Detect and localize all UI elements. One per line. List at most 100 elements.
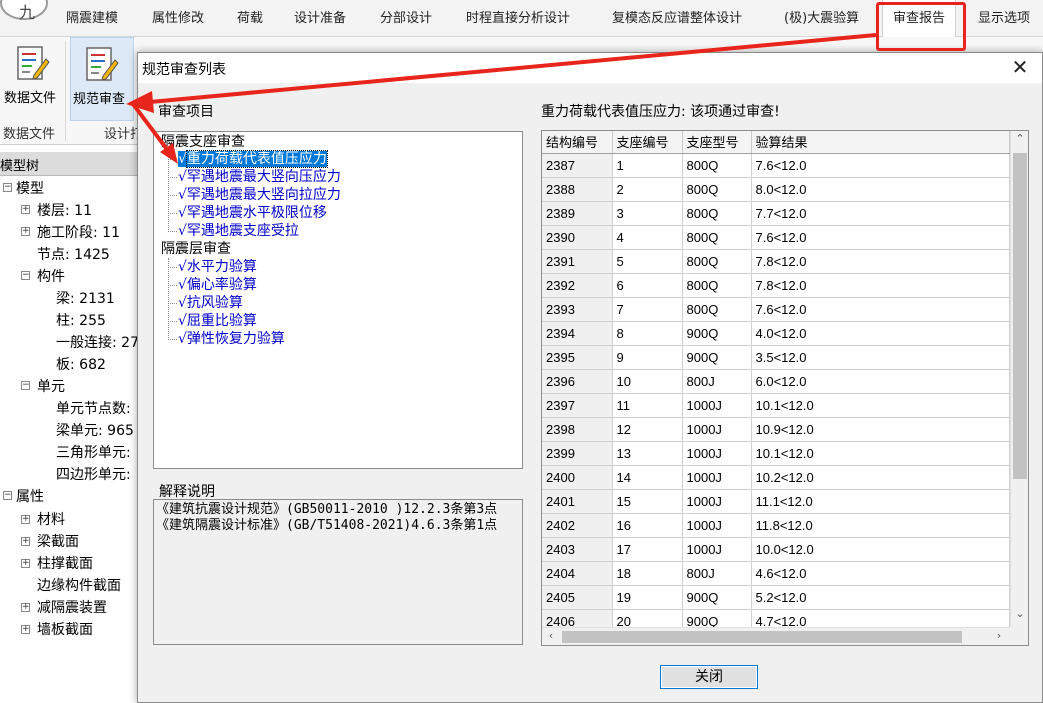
- review-item-yield-weight-ratio[interactable]: √屈重比验算: [178, 312, 257, 330]
- collapse-icon[interactable]: −: [3, 491, 12, 500]
- table-cell: 2396: [542, 369, 613, 394]
- tree-node-general-links[interactable]: 一般连接: 27: [56, 332, 139, 354]
- scrollbar-thumb[interactable]: [562, 631, 962, 643]
- table-cell: 7.7<12.0: [751, 201, 1010, 226]
- table-row[interactable]: 2397 11 1000J 10.1<12.0: [542, 393, 1010, 418]
- tab-time-history-design[interactable]: 时程直接分析设计: [466, 0, 570, 37]
- tree-node-quad-elems[interactable]: 四边形单元:: [56, 464, 131, 486]
- tab-major-earthquake-check[interactable]: (极)大震验算: [784, 0, 859, 37]
- table-row[interactable]: 2390 4 800Q 7.6<12.0: [542, 225, 1010, 250]
- result-grid[interactable]: 结构编号 支座编号 支座型号 验算结果 2387 1 800Q 7.6<12.0 238…: [541, 130, 1029, 646]
- expand-icon[interactable]: +: [21, 625, 30, 634]
- tree-node-floors[interactable]: 楼层: 11: [37, 200, 92, 222]
- table-cell: 7: [612, 297, 683, 322]
- table-row[interactable]: 2398 12 1000J 10.9<12.0: [542, 417, 1010, 442]
- tree-node-tri-elems[interactable]: 三角形单元:: [56, 442, 131, 464]
- tree-node-beam-elems[interactable]: 梁单元: 965: [56, 420, 134, 442]
- tree-node-isolation-devices[interactable]: 减隔震装置: [37, 597, 107, 619]
- code-review-button[interactable]: 规范审查: [70, 37, 134, 121]
- model-tree[interactable]: − 模型 + 楼层: 11 + 施工阶段: 11 节点: 1425 − 构件 梁…: [0, 176, 140, 703]
- collapse-icon[interactable]: −: [21, 271, 30, 280]
- tab-loads[interactable]: 荷载: [237, 0, 263, 37]
- tab-design-prep[interactable]: 设计准备: [294, 0, 346, 37]
- tab-isolation-modeling[interactable]: 隔震建模: [66, 0, 118, 37]
- review-item-rare-max-tension[interactable]: √罕遇地震最大竖向拉应力: [178, 186, 341, 204]
- table-row[interactable]: 2393 7 800Q 7.6<12.0: [542, 297, 1010, 322]
- expand-icon[interactable]: +: [21, 603, 30, 612]
- expand-icon[interactable]: +: [21, 559, 30, 568]
- expand-icon[interactable]: +: [21, 205, 30, 214]
- tree-node-column-sections[interactable]: 柱撑截面: [37, 553, 93, 575]
- app-logo[interactable]: 九: [0, 0, 48, 22]
- review-item-gravity-compression[interactable]: √重力荷载代表值压应力: [178, 150, 328, 168]
- explanation-textbox[interactable]: 《建筑抗震设计规范》(GB50011-2010 )12.2.3条第3点 《建筑隔…: [153, 499, 523, 645]
- column-header[interactable]: 支座型号: [682, 131, 752, 154]
- tree-node-members[interactable]: 构件: [37, 266, 65, 288]
- review-category-isolation-layer[interactable]: 隔震层审查: [161, 240, 231, 258]
- review-item-horizontal-force[interactable]: √水平力验算: [178, 258, 257, 276]
- table-row[interactable]: 2405 19 900Q 5.2<12.0: [542, 585, 1010, 610]
- expand-icon[interactable]: +: [21, 227, 30, 236]
- review-item-rare-bearing-tension[interactable]: √罕遇地震支座受拉: [178, 222, 299, 240]
- table-row[interactable]: 2387 1 800Q 7.6<12.0: [542, 153, 1010, 178]
- column-header[interactable]: 验算结果: [751, 131, 1010, 154]
- review-items-tree[interactable]: 隔震支座审查 √重力荷载代表值压应力 √罕遇地震最大竖向压应力 √罕遇地震最大竖…: [153, 131, 523, 469]
- tree-node-columns[interactable]: 柱: 255: [56, 310, 106, 332]
- review-item-eccentricity[interactable]: √偏心率验算: [178, 276, 257, 294]
- review-item-elastic-restoring[interactable]: √弹性恢复力验算: [178, 330, 285, 348]
- tree-node-beam-sections[interactable]: 梁截面: [37, 531, 79, 553]
- review-category-bearing[interactable]: 隔震支座审查: [161, 133, 245, 151]
- close-icon[interactable]: ✕: [1008, 56, 1032, 80]
- review-item-rare-max-compression[interactable]: √罕遇地震最大竖向压应力: [178, 168, 341, 186]
- vertical-scrollbar[interactable]: ⌃ ⌄: [1010, 131, 1028, 627]
- tree-node-model[interactable]: 模型: [16, 178, 44, 200]
- scrollbar-thumb[interactable]: [1013, 153, 1027, 479]
- tree-node-wall-sections[interactable]: 墙板截面: [37, 619, 93, 641]
- table-row[interactable]: 2395 9 900Q 3.5<12.0: [542, 345, 1010, 370]
- tab-property-edit[interactable]: 属性修改: [152, 0, 204, 37]
- expand-icon[interactable]: +: [21, 515, 30, 524]
- tree-node-elem-nodes[interactable]: 单元节点数:: [56, 398, 131, 420]
- column-header[interactable]: 支座编号: [612, 131, 683, 154]
- expand-icon[interactable]: +: [21, 537, 30, 546]
- table-row[interactable]: 2394 8 900Q 4.0<12.0: [542, 321, 1010, 346]
- review-item-rare-horizontal-displacement[interactable]: √罕遇地震水平极限位移: [178, 204, 327, 222]
- table-row[interactable]: 2404 18 800J 4.6<12.0: [542, 561, 1010, 586]
- scroll-up-icon[interactable]: ⌃: [1011, 132, 1028, 145]
- tab-partial-design[interactable]: 分部设计: [380, 0, 432, 37]
- tree-node-properties[interactable]: 属性: [16, 486, 44, 508]
- table-row[interactable]: 2396 10 800J 6.0<12.0: [542, 369, 1010, 394]
- scroll-down-icon[interactable]: ⌄: [1011, 607, 1028, 620]
- tab-complex-modal-design[interactable]: 复模态反应谱整体设计: [612, 0, 742, 37]
- table-row[interactable]: 2403 17 1000J 10.0<12.0: [542, 537, 1010, 562]
- scroll-left-icon[interactable]: ‹: [542, 629, 560, 642]
- tab-display-options[interactable]: 显示选项: [978, 0, 1030, 37]
- tree-node-elements[interactable]: 单元: [37, 376, 65, 398]
- dialog-titlebar[interactable]: 规范审查列表 ✕: [138, 53, 1042, 83]
- collapse-icon[interactable]: −: [21, 381, 30, 390]
- table-row[interactable]: 2400 14 1000J 10.2<12.0: [542, 465, 1010, 490]
- table-row[interactable]: 2391 5 800Q 7.8<12.0: [542, 249, 1010, 274]
- table-row[interactable]: 2392 6 800Q 7.8<12.0: [542, 273, 1010, 298]
- tree-node-nodes[interactable]: 节点: 1425: [37, 244, 110, 266]
- table-row[interactable]: 2402 16 1000J 11.8<12.0: [542, 513, 1010, 538]
- tree-node-slabs[interactable]: 板: 682: [56, 354, 106, 376]
- review-item-wind-resistance[interactable]: √抗风验算: [178, 294, 243, 312]
- table-row[interactable]: 2399 13 1000J 10.1<12.0: [542, 441, 1010, 466]
- table-row[interactable]: 2389 3 800Q 7.7<12.0: [542, 201, 1010, 226]
- tree-node-materials[interactable]: 材料: [37, 509, 65, 531]
- column-header[interactable]: 结构编号: [542, 131, 613, 154]
- scroll-right-icon[interactable]: ›: [990, 629, 1008, 642]
- table-row[interactable]: 2388 2 800Q 8.0<12.0: [542, 177, 1010, 202]
- close-button[interactable]: 关闭: [660, 665, 758, 689]
- data-file-button[interactable]: 数据文件: [2, 37, 62, 121]
- table-cell: 2405: [542, 585, 613, 610]
- tree-node-stages[interactable]: 施工阶段: 11: [37, 222, 120, 244]
- horizontal-scrollbar[interactable]: ‹ ›: [542, 627, 1012, 645]
- table-cell: 800Q: [682, 225, 752, 250]
- collapse-icon[interactable]: −: [3, 183, 12, 192]
- tree-node-edge-sections[interactable]: 边缘构件截面: [37, 575, 121, 597]
- table-cell: 900Q: [682, 585, 752, 610]
- tree-node-beams[interactable]: 梁: 2131: [56, 288, 115, 310]
- table-row[interactable]: 2401 15 1000J 11.1<12.0: [542, 489, 1010, 514]
